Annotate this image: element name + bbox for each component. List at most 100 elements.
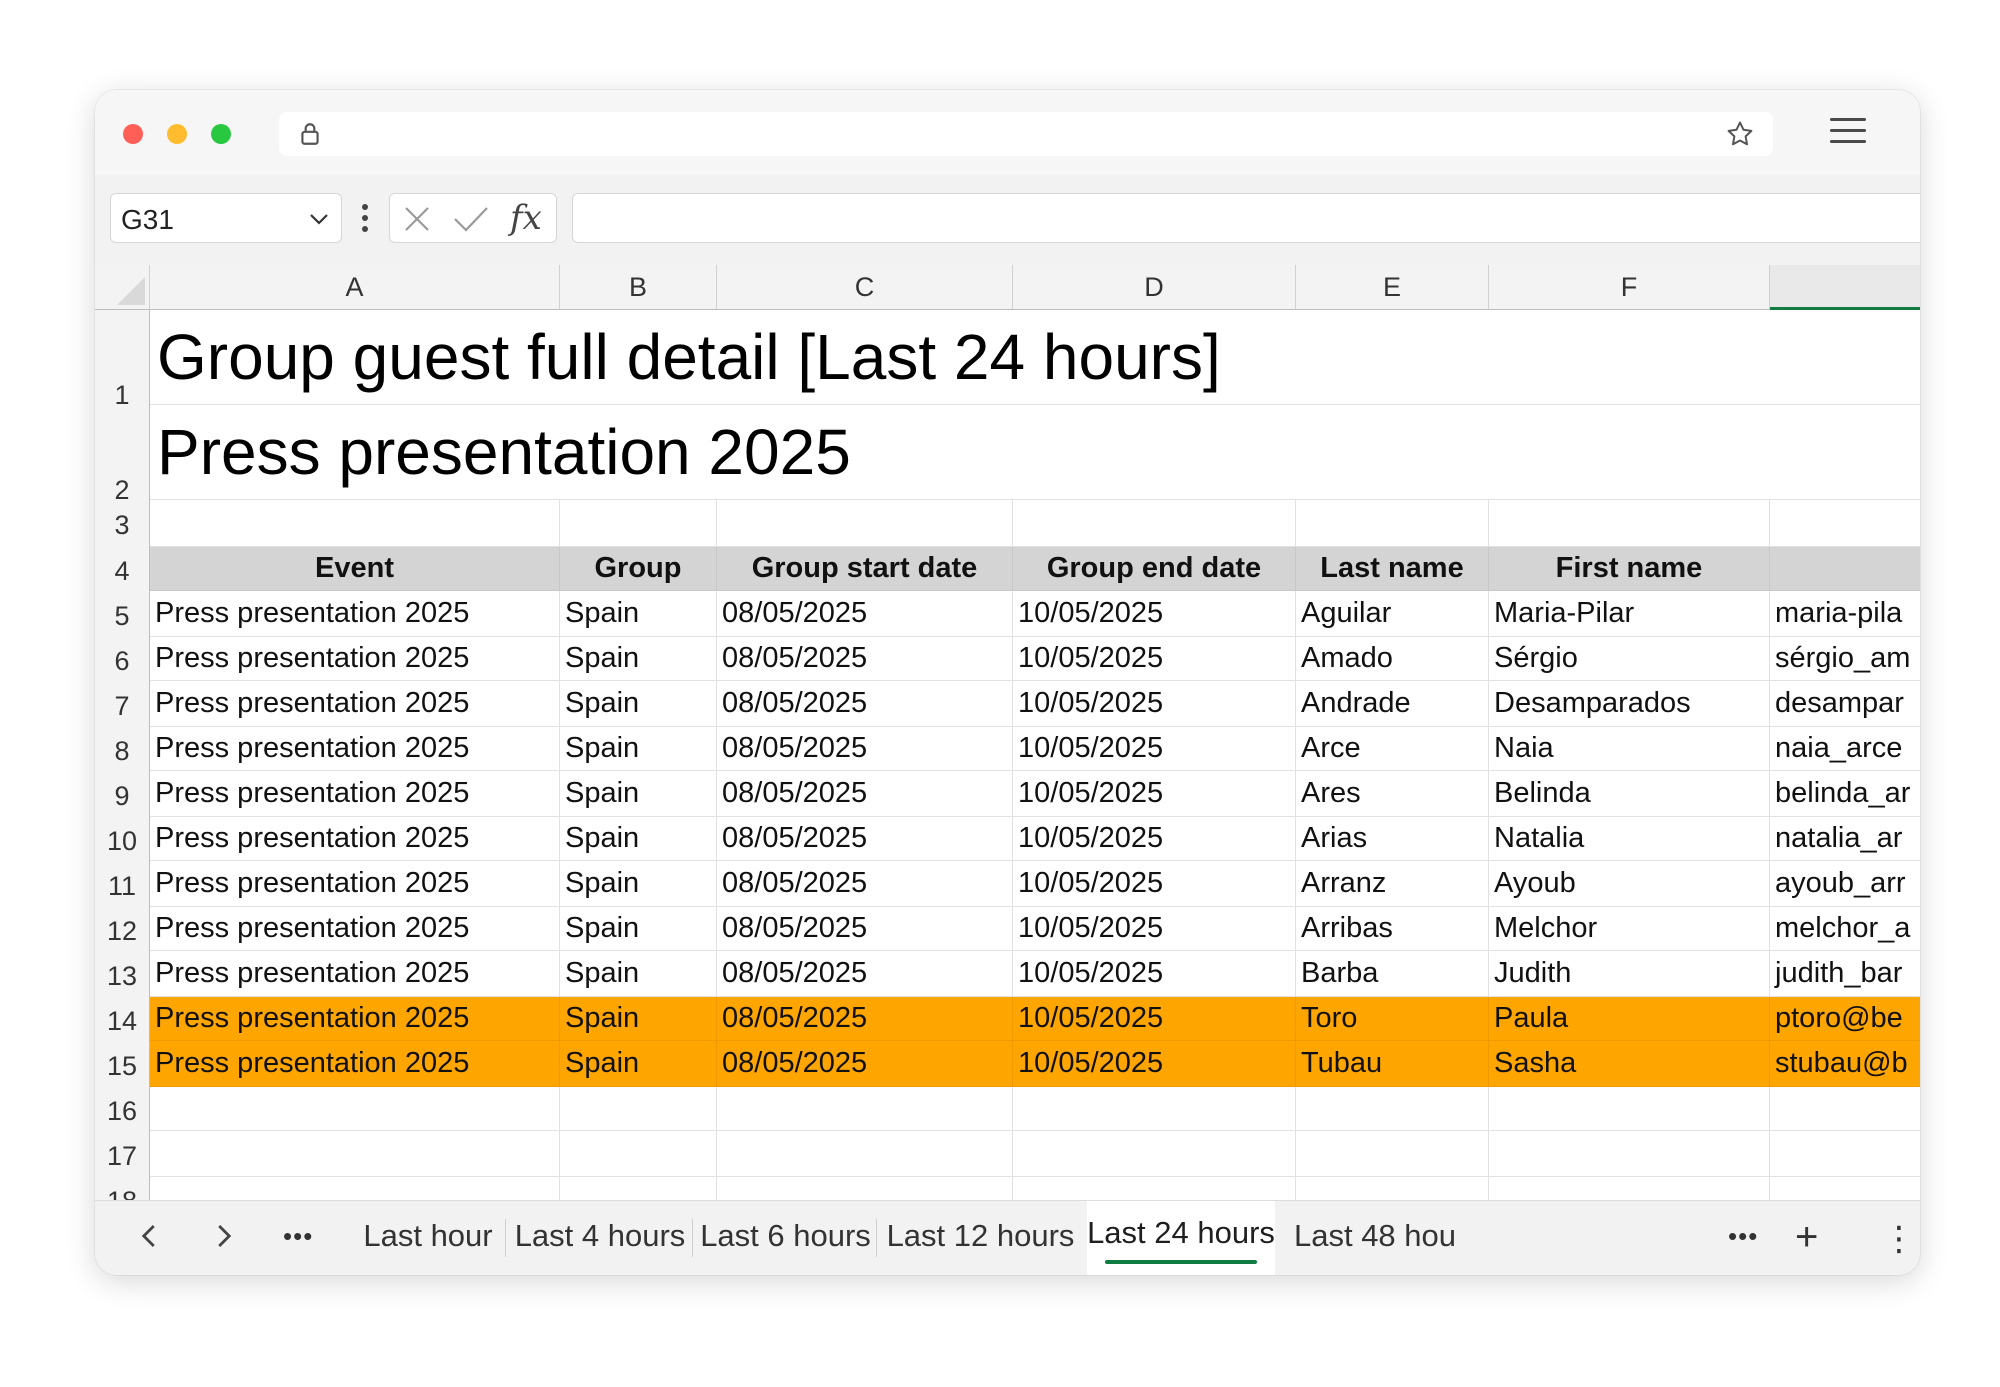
table-cell[interactable]: Press presentation 2025 xyxy=(150,997,560,1041)
table-cell[interactable]: Spain xyxy=(560,907,717,951)
row-header[interactable]: 17 xyxy=(95,1131,150,1177)
table-cell[interactable]: Spain xyxy=(560,951,717,997)
table-cell[interactable]: Desamparados xyxy=(1489,681,1770,727)
table-cell[interactable]: natalia_ar xyxy=(1770,817,1920,861)
cell[interactable] xyxy=(1013,1177,1296,1200)
cell[interactable] xyxy=(560,1177,717,1200)
table-cell[interactable]: 08/05/2025 xyxy=(717,681,1013,727)
table-cell[interactable]: Sérgio xyxy=(1489,637,1770,681)
name-box[interactable]: G31 xyxy=(110,193,342,243)
cell[interactable] xyxy=(150,500,560,547)
more-tabs-left-button[interactable]: ••• xyxy=(283,1223,313,1249)
column-header[interactable]: E xyxy=(1296,265,1489,310)
cell[interactable] xyxy=(1489,1131,1770,1177)
table-cell[interactable]: ptoro@be xyxy=(1770,997,1920,1041)
table-cell[interactable]: 08/05/2025 xyxy=(717,907,1013,951)
table-cell[interactable]: 10/05/2025 xyxy=(1013,997,1296,1041)
table-cell[interactable]: Spain xyxy=(560,997,717,1041)
sheet-tab[interactable]: Last 6 hours xyxy=(697,1201,874,1275)
table-cell[interactable]: Andrade xyxy=(1296,681,1489,727)
table-header-cell[interactable]: Group end date xyxy=(1013,547,1296,591)
cell[interactable] xyxy=(1296,405,1489,500)
cell[interactable] xyxy=(560,500,717,547)
table-cell[interactable]: 10/05/2025 xyxy=(1013,817,1296,861)
check-icon[interactable] xyxy=(452,204,490,234)
table-cell[interactable]: Arce xyxy=(1296,727,1489,771)
row-header[interactable]: 16 xyxy=(95,1087,150,1131)
table-cell[interactable]: Sasha xyxy=(1489,1041,1770,1087)
table-header-cell[interactable]: Group xyxy=(560,547,717,591)
row-header[interactable]: 14 xyxy=(95,997,150,1041)
table-cell[interactable]: 08/05/2025 xyxy=(717,591,1013,637)
table-cell[interactable]: Press presentation 2025 xyxy=(150,817,560,861)
select-all-corner[interactable] xyxy=(95,265,150,310)
cell[interactable] xyxy=(150,1177,560,1200)
cell[interactable] xyxy=(1770,1087,1920,1131)
table-cell[interactable]: 10/05/2025 xyxy=(1013,951,1296,997)
table-cell[interactable]: Press presentation 2025 xyxy=(150,637,560,681)
table-cell[interactable]: Judith xyxy=(1489,951,1770,997)
row-header[interactable]: 5 xyxy=(95,591,150,637)
table-cell[interactable]: Melchor xyxy=(1489,907,1770,951)
table-cell[interactable]: Maria-Pilar xyxy=(1489,591,1770,637)
cell[interactable] xyxy=(1013,405,1296,500)
minimize-window-button[interactable] xyxy=(167,124,187,144)
cell[interactable] xyxy=(1489,405,1770,500)
sheet-tab[interactable]: Last hour xyxy=(353,1201,503,1275)
table-cell[interactable]: 08/05/2025 xyxy=(717,1041,1013,1087)
table-cell[interactable]: 08/05/2025 xyxy=(717,637,1013,681)
table-cell[interactable]: 10/05/2025 xyxy=(1013,591,1296,637)
row-header[interactable]: 3 xyxy=(95,500,150,547)
chevron-left-icon[interactable] xyxy=(135,1221,165,1251)
table-cell[interactable]: Arias xyxy=(1296,817,1489,861)
cell[interactable] xyxy=(1296,310,1489,405)
table-cell[interactable]: Aguilar xyxy=(1296,591,1489,637)
column-header[interactable]: F xyxy=(1489,265,1770,310)
row-header[interactable]: 4 xyxy=(95,547,150,591)
cell[interactable] xyxy=(560,1087,717,1131)
cell[interactable] xyxy=(1770,405,1920,500)
table-cell[interactable]: Natalia xyxy=(1489,817,1770,861)
table-cell[interactable]: Spain xyxy=(560,637,717,681)
chevron-down-icon[interactable] xyxy=(307,207,331,231)
table-cell[interactable]: 08/05/2025 xyxy=(717,817,1013,861)
chevron-right-icon[interactable] xyxy=(208,1221,238,1251)
sheet-options-button[interactable]: ⋮ xyxy=(1882,1219,1916,1259)
row-header[interactable]: 13 xyxy=(95,951,150,997)
table-header-cell[interactable]: First name xyxy=(1489,547,1770,591)
sheet-tab[interactable]: Last 4 hours xyxy=(510,1201,690,1275)
table-cell[interactable]: 08/05/2025 xyxy=(717,951,1013,997)
table-cell[interactable]: Press presentation 2025 xyxy=(150,907,560,951)
table-cell[interactable]: Spain xyxy=(560,1041,717,1087)
table-cell[interactable]: belinda_ar xyxy=(1770,771,1920,817)
cell[interactable] xyxy=(717,1087,1013,1131)
row-header[interactable]: 11 xyxy=(95,861,150,907)
table-cell[interactable]: Tubau xyxy=(1296,1041,1489,1087)
table-cell[interactable]: 10/05/2025 xyxy=(1013,771,1296,817)
table-cell[interactable]: naia_arce xyxy=(1770,727,1920,771)
table-cell[interactable]: 08/05/2025 xyxy=(717,771,1013,817)
row-header[interactable]: 6 xyxy=(95,637,150,681)
formula-input[interactable] xyxy=(572,193,1920,243)
table-cell[interactable]: Paula xyxy=(1489,997,1770,1041)
row-header[interactable]: 2 xyxy=(95,405,150,505)
table-cell[interactable]: Press presentation 2025 xyxy=(150,591,560,637)
more-options-icon[interactable] xyxy=(361,201,369,235)
table-cell[interactable]: 10/05/2025 xyxy=(1013,637,1296,681)
table-cell[interactable]: Press presentation 2025 xyxy=(150,681,560,727)
table-cell[interactable]: 10/05/2025 xyxy=(1013,681,1296,727)
table-cell[interactable]: Arribas xyxy=(1296,907,1489,951)
cell[interactable] xyxy=(150,1131,560,1177)
table-cell[interactable]: melchor_a xyxy=(1770,907,1920,951)
column-header[interactable]: C xyxy=(717,265,1013,310)
table-header-cell[interactable]: Group start date xyxy=(717,547,1013,591)
cell[interactable] xyxy=(717,1177,1013,1200)
maximize-window-button[interactable] xyxy=(211,124,231,144)
cell[interactable] xyxy=(1296,500,1489,547)
table-cell[interactable]: Belinda xyxy=(1489,771,1770,817)
row-header[interactable]: 12 xyxy=(95,907,150,951)
row-header[interactable]: 7 xyxy=(95,681,150,727)
column-header[interactable]: A xyxy=(150,265,560,310)
table-cell[interactable]: 08/05/2025 xyxy=(717,861,1013,907)
table-cell[interactable]: 10/05/2025 xyxy=(1013,861,1296,907)
